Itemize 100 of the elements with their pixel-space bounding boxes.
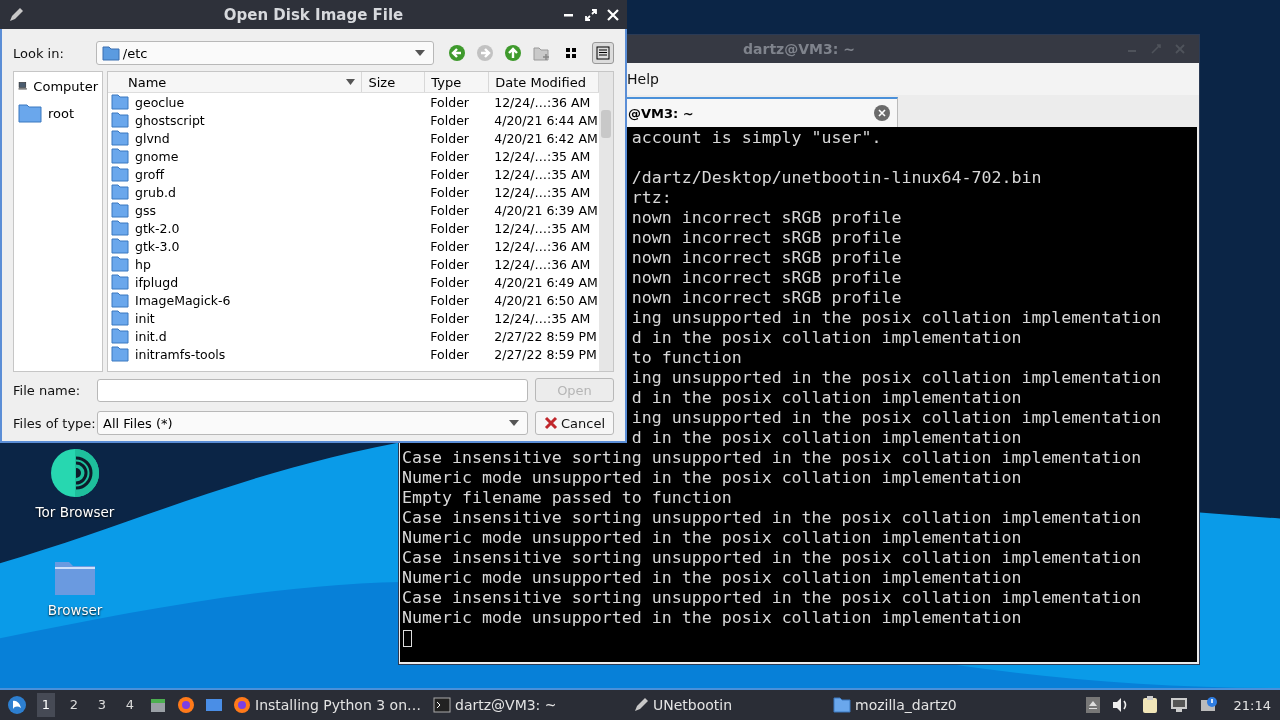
file-name-cell[interactable]: hp: [135, 256, 151, 272]
file-name-cell[interactable]: initramfs-tools: [135, 346, 226, 362]
file-type-cell: Folder: [430, 310, 469, 326]
file-name-cell[interactable]: init: [135, 310, 155, 326]
date-cell: 12/24/…:35 AM: [494, 220, 591, 236]
up-arrow-icon[interactable]: [504, 44, 522, 62]
menu-item[interactable]: Help: [627, 71, 659, 87]
taskbar-task[interactable]: dartz@VM3: ~: [433, 697, 623, 713]
folder-icon: [111, 148, 129, 164]
file-name-cell[interactable]: glvnd: [135, 130, 170, 146]
file-name-cell[interactable]: gnome: [135, 148, 179, 164]
date-cell: 12/24/…:35 AM: [494, 310, 591, 326]
file-name-cell[interactable]: ImageMagick-6: [135, 292, 231, 308]
file-type-label: Files of type:: [13, 415, 97, 431]
sort-caret-icon: [346, 79, 356, 85]
terminal-line: nown incorrect sRGB profile: [631, 208, 902, 227]
column-header[interactable]: Date Modified: [489, 72, 599, 92]
terminal-line: /dartz/Desktop/unetbootin-linux64-702.bin: [631, 168, 1042, 187]
places-item[interactable]: Computer: [16, 76, 100, 96]
file-name-cell[interactable]: init.d: [135, 328, 167, 344]
column-header[interactable]: Type: [425, 72, 490, 92]
scrollbar[interactable]: [599, 72, 613, 371]
file-name-cell[interactable]: gtk-3.0: [135, 238, 180, 254]
file-type-cell: Folder: [430, 112, 469, 128]
pen-icon: [8, 6, 24, 23]
workspace-button[interactable]: 1: [37, 693, 55, 717]
date-cell: 12/24/…:35 AM: [494, 184, 591, 200]
file-type-cell: Folder: [430, 256, 469, 272]
file-name-cell[interactable]: ifplugd: [135, 274, 179, 290]
file-name-field[interactable]: [97, 378, 528, 402]
file-type-cell: Folder: [430, 346, 469, 362]
file-type-cell: Folder: [430, 94, 469, 110]
date-cell: 2/27/22 8:59 PM: [494, 328, 597, 344]
folder-icon: [111, 112, 129, 128]
network-icon[interactable]: [1169, 697, 1188, 713]
folder-icon: [833, 697, 851, 713]
folder-icon: [111, 274, 129, 290]
terminal-line: nown incorrect sRGB profile: [631, 228, 902, 247]
back-arrow-icon[interactable]: [448, 44, 466, 62]
workspace-button[interactable]: 2: [65, 693, 83, 717]
column-header[interactable]: Size: [362, 72, 426, 92]
taskbar-task[interactable]: UNetbootin: [633, 697, 823, 713]
file-name-cell[interactable]: gtk-2.0: [135, 220, 180, 236]
terminal-line: to function: [631, 348, 742, 367]
folder-icon: [111, 202, 129, 218]
desktop-icon[interactable]: [205, 696, 223, 714]
file-type-cell: Folder: [430, 166, 469, 182]
folder-icon: [111, 166, 129, 182]
terminal-line: Numeric mode unsupported in the posix collation implementation: [402, 568, 1022, 587]
taskbar-task[interactable]: Installing Python 3 on…: [233, 696, 423, 714]
caret-icon: [509, 420, 519, 426]
look-in-dropdown[interactable]: /etc: [95, 41, 434, 65]
onion-logo-icon[interactable]: [50, 448, 100, 498]
terminal-line: Case insensitive sorting unsupported in the posix collation implementation: [402, 448, 1142, 467]
file-name-cell[interactable]: gss: [135, 202, 156, 218]
file-name-cell[interactable]: grub.d: [135, 184, 176, 200]
column-header[interactable]: Name: [108, 72, 363, 92]
date-cell: 4/20/21 6:49 AM: [494, 274, 598, 290]
browser-icon[interactable]: [177, 696, 195, 714]
file-type-cell: Folder: [430, 220, 469, 236]
terminal-line: Case insensitive sorting unsupported in the posix collation implementation: [402, 508, 1142, 527]
date-cell: 12/24/…:36 AM: [494, 256, 591, 272]
folder-icon: [111, 328, 129, 344]
folder-icon: [111, 220, 129, 236]
file-name-cell[interactable]: ghostscript: [135, 112, 205, 128]
browser-icon: [233, 696, 251, 714]
detail-view-button[interactable]: [592, 42, 614, 64]
text-cursor: [403, 630, 412, 647]
terminal-line: Empty filename passed to function: [402, 488, 732, 507]
terminal-line: d in the posix collation implementation: [631, 388, 1022, 407]
terminal-line: nown incorrect sRGB profile: [631, 288, 902, 307]
start-menu-icon[interactable]: [7, 695, 27, 715]
clock[interactable]: 21:14: [1233, 697, 1271, 713]
taskbar-task[interactable]: mozilla_dartz0: [833, 697, 1023, 713]
workspace-button[interactable]: 4: [121, 693, 139, 717]
terminal-line: ing unsupported in the posix collation implementation: [631, 408, 1162, 427]
new-folder-icon[interactable]: [532, 44, 550, 62]
folder-icon: [111, 184, 129, 200]
workspace-button[interactable]: 3: [93, 693, 111, 717]
terminal-line: Numeric mode unsupported in the posix collation implementation: [402, 468, 1022, 487]
desktop-icon-label[interactable]: Tor Browser: [35, 504, 115, 520]
terminal-line: d in the posix collation implementation: [631, 428, 1022, 447]
terminal-line: rtz:: [631, 188, 672, 207]
list-icon: [596, 46, 610, 60]
date-cell: 4/20/21 6:39 AM: [494, 202, 598, 218]
clipboard-icon[interactable]: [1141, 696, 1158, 714]
file-type-cell: Folder: [430, 238, 469, 254]
file-name-cell[interactable]: geoclue: [135, 94, 185, 110]
notification-icon[interactable]: [1199, 696, 1218, 714]
file-name-cell[interactable]: groff: [135, 166, 165, 182]
terminal-line: ing unsupported in the posix collation implementation: [631, 308, 1162, 327]
cancel-button[interactable]: Cancel: [535, 411, 614, 435]
eject-icon[interactable]: [1085, 697, 1100, 713]
terminal-line: Case insensitive sorting unsupported in the posix collation implementation: [402, 548, 1142, 567]
date-cell: 12/24/…:36 AM: [494, 94, 591, 110]
file-type-dropdown[interactable]: All Files (*): [97, 411, 528, 435]
caret-icon: [415, 50, 425, 56]
places-item[interactable]: root: [16, 102, 100, 124]
file-manager-icon[interactable]: [149, 696, 167, 714]
file-type-cell: Folder: [430, 130, 469, 146]
